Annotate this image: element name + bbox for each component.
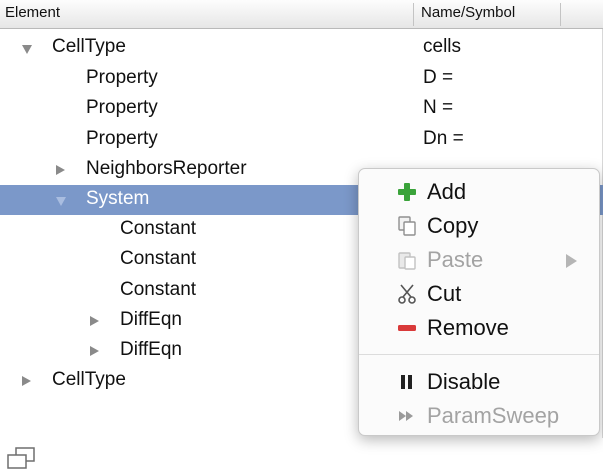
menu-item-label: Cut	[427, 281, 462, 306]
expand-triangle-icon[interactable]	[22, 45, 32, 54]
tree-row-label: Constant	[120, 248, 197, 269]
tree-row-label: Property	[86, 97, 158, 118]
tree-row-label: DiffEqn	[120, 309, 182, 330]
menu-item-label: Add	[427, 179, 467, 204]
scissors-icon	[398, 284, 416, 304]
menu-item-disable[interactable]: Disable	[359, 365, 599, 397]
menu-item-label: Disable	[427, 369, 501, 394]
tree-row-label: DiffEqn	[120, 339, 182, 360]
expand-triangle-icon[interactable]	[56, 197, 66, 206]
tree-row-symbol[interactable]: N =	[423, 97, 453, 119]
tree-row-symbol[interactable]: cells	[423, 36, 461, 58]
submenu-arrow-icon	[566, 254, 577, 268]
column-header-name-symbol[interactable]: Name/Symbol	[421, 4, 515, 21]
enlarge-icon[interactable]	[6, 447, 36, 469]
menu-item-label: Copy	[427, 213, 479, 238]
menu-item-label: Remove	[427, 315, 509, 340]
menu-item-cut[interactable]: Cut	[359, 277, 599, 309]
context-menu: Add Copy Paste Cut Remove Disable ParamS…	[358, 168, 600, 436]
collapsed-triangle-icon[interactable]	[90, 346, 99, 356]
tree-row-label: Constant	[120, 218, 197, 239]
menu-item-remove[interactable]: Remove	[359, 311, 599, 343]
tree-row-label: Constant	[120, 279, 197, 300]
tree-header: Element Name/Symbol	[0, 0, 603, 29]
collapsed-triangle-icon[interactable]	[90, 316, 99, 326]
menu-item-label: Paste	[427, 247, 484, 272]
fast-forward-icon	[399, 411, 413, 421]
paste-icon	[398, 252, 416, 270]
menu-separator	[359, 354, 599, 355]
tree-row-label: CellType	[52, 36, 126, 57]
tree-row-label: CellType	[52, 369, 126, 390]
column-divider[interactable]	[560, 3, 561, 26]
tree-row-symbol[interactable]: D =	[423, 67, 453, 89]
collapsed-triangle-icon[interactable]	[56, 165, 65, 175]
menu-item-paramsweep[interactable]: ParamSweep	[359, 399, 599, 431]
tree-row-property[interactable]: Property Dn =	[0, 125, 603, 155]
copy-icon	[398, 216, 416, 236]
menu-item-label: ParamSweep	[427, 403, 560, 428]
menu-item-add[interactable]: Add	[359, 175, 599, 207]
tree-row-symbol[interactable]: Dn =	[423, 128, 464, 150]
plus-icon	[398, 183, 416, 201]
minus-icon	[398, 325, 416, 331]
tree-row-label: Property	[86, 128, 158, 149]
tree-row-label: NeighborsReporter	[86, 158, 247, 179]
tree-row-property[interactable]: Property N =	[0, 94, 603, 124]
menu-item-paste[interactable]: Paste	[359, 243, 599, 275]
collapsed-triangle-icon[interactable]	[22, 376, 31, 386]
menu-item-copy[interactable]: Copy	[359, 209, 599, 241]
tree-row-property[interactable]: Property D =	[0, 64, 603, 94]
pause-icon	[401, 375, 412, 389]
tree-row-label: Property	[86, 67, 158, 88]
tree-row-label: System	[86, 188, 150, 209]
column-header-element[interactable]: Element	[5, 4, 60, 21]
tree-row-celltype[interactable]: CellType cells	[0, 33, 603, 63]
column-divider[interactable]	[413, 3, 414, 26]
